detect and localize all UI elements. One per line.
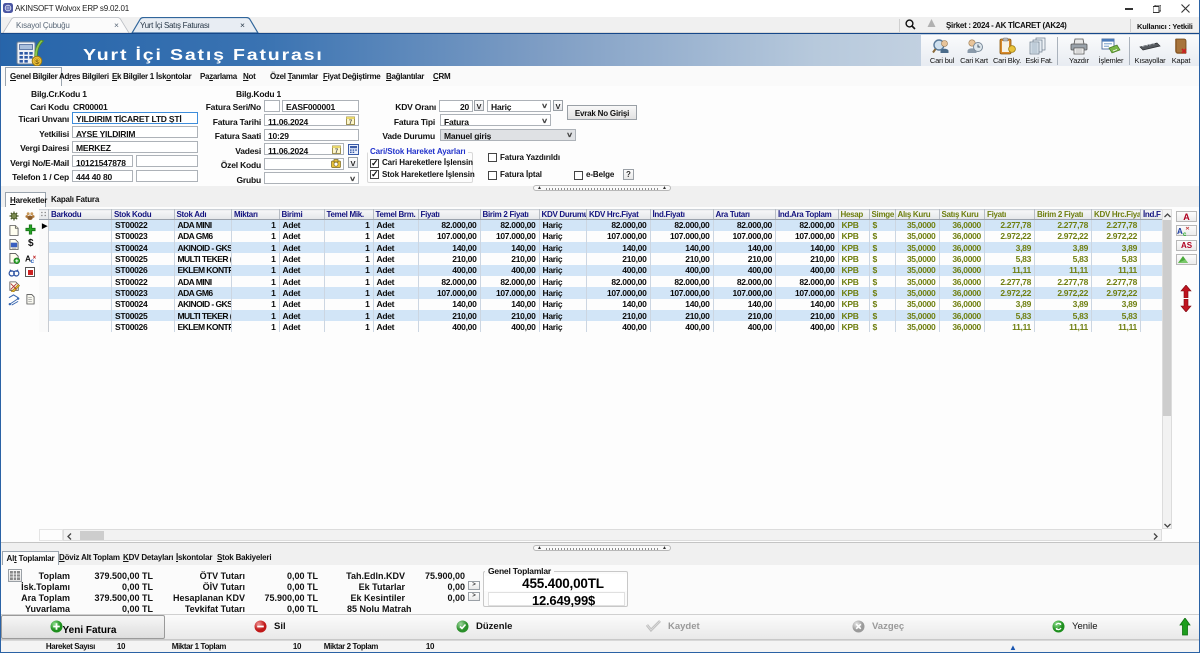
svg-text:c: c <box>1183 232 1187 236</box>
svg-text:$: $ <box>35 59 39 66</box>
svg-text:c: c <box>31 258 35 264</box>
